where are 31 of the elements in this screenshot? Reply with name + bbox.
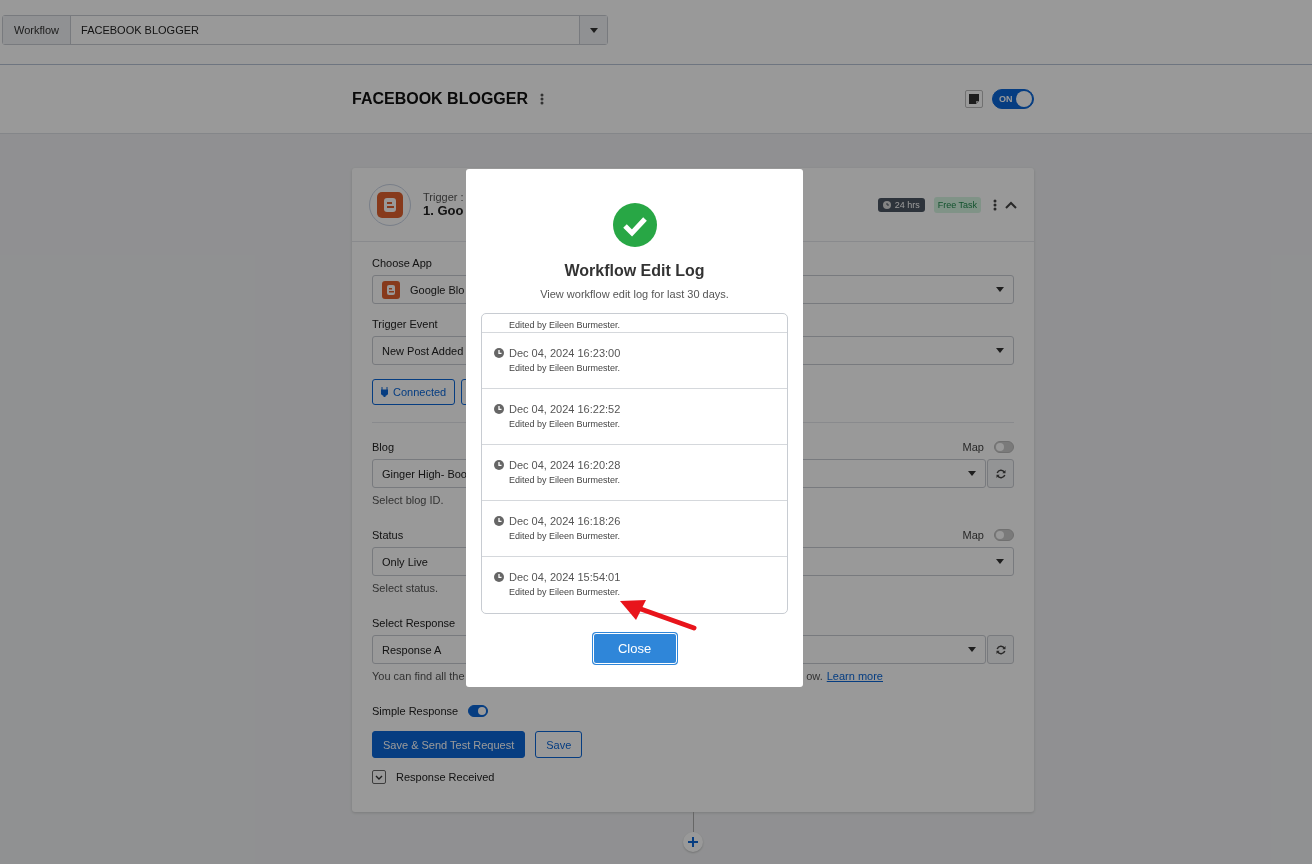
log-note: Edited by Eileen Burmester.	[509, 419, 622, 429]
field-label: Choose App	[372, 257, 432, 269]
dialog-title: Workflow Edit Log	[564, 262, 705, 280]
help-text: Select status.	[372, 582, 439, 594]
field-label: Status	[372, 529, 404, 541]
log-time: Dec 04, 2024 16:22:52	[509, 403, 621, 415]
field-label: Trigger Event	[372, 318, 438, 330]
field-label: Select Response	[372, 617, 456, 629]
help-text: You can find all the	[372, 670, 465, 682]
log-time: Dec 04, 2024 15:54:01	[509, 571, 621, 583]
map-label: Map	[962, 441, 984, 453]
help-text: Select blog ID.	[372, 494, 444, 506]
log-time: Dec 04, 2024 16:23:00	[509, 347, 621, 359]
help-text: ow.	[806, 670, 823, 682]
task-badge: Free Task	[933, 196, 981, 213]
workflow-title: FACEBOOK BLOGGER	[352, 90, 528, 108]
log-time: Dec 04, 2024 16:18:26	[509, 515, 621, 527]
log-time: Dec 04, 2024 16:20:28	[509, 459, 621, 471]
field-label: Blog	[372, 441, 395, 453]
log-note: Edited by Eileen Burmester.	[509, 531, 622, 541]
log-note: Edited by Eileen Burmester.	[509, 363, 622, 373]
step-title: 1. Goo	[423, 203, 465, 218]
field-label: Simple Response	[372, 705, 459, 717]
log-note: Edited by Eileen Burmester.	[509, 475, 622, 485]
dialog-subtitle: View workflow edit log for last 30 days.	[540, 288, 729, 300]
step-subtitle: Trigger :	[423, 191, 465, 203]
section-label: Response Received	[396, 771, 495, 783]
map-label: Map	[962, 529, 984, 541]
duration-badge: 24 hrs	[877, 197, 925, 212]
log-note: Edited by Eileen Burmester.	[509, 587, 622, 597]
log-note: Edited by Eileen Burmester.	[509, 320, 622, 330]
